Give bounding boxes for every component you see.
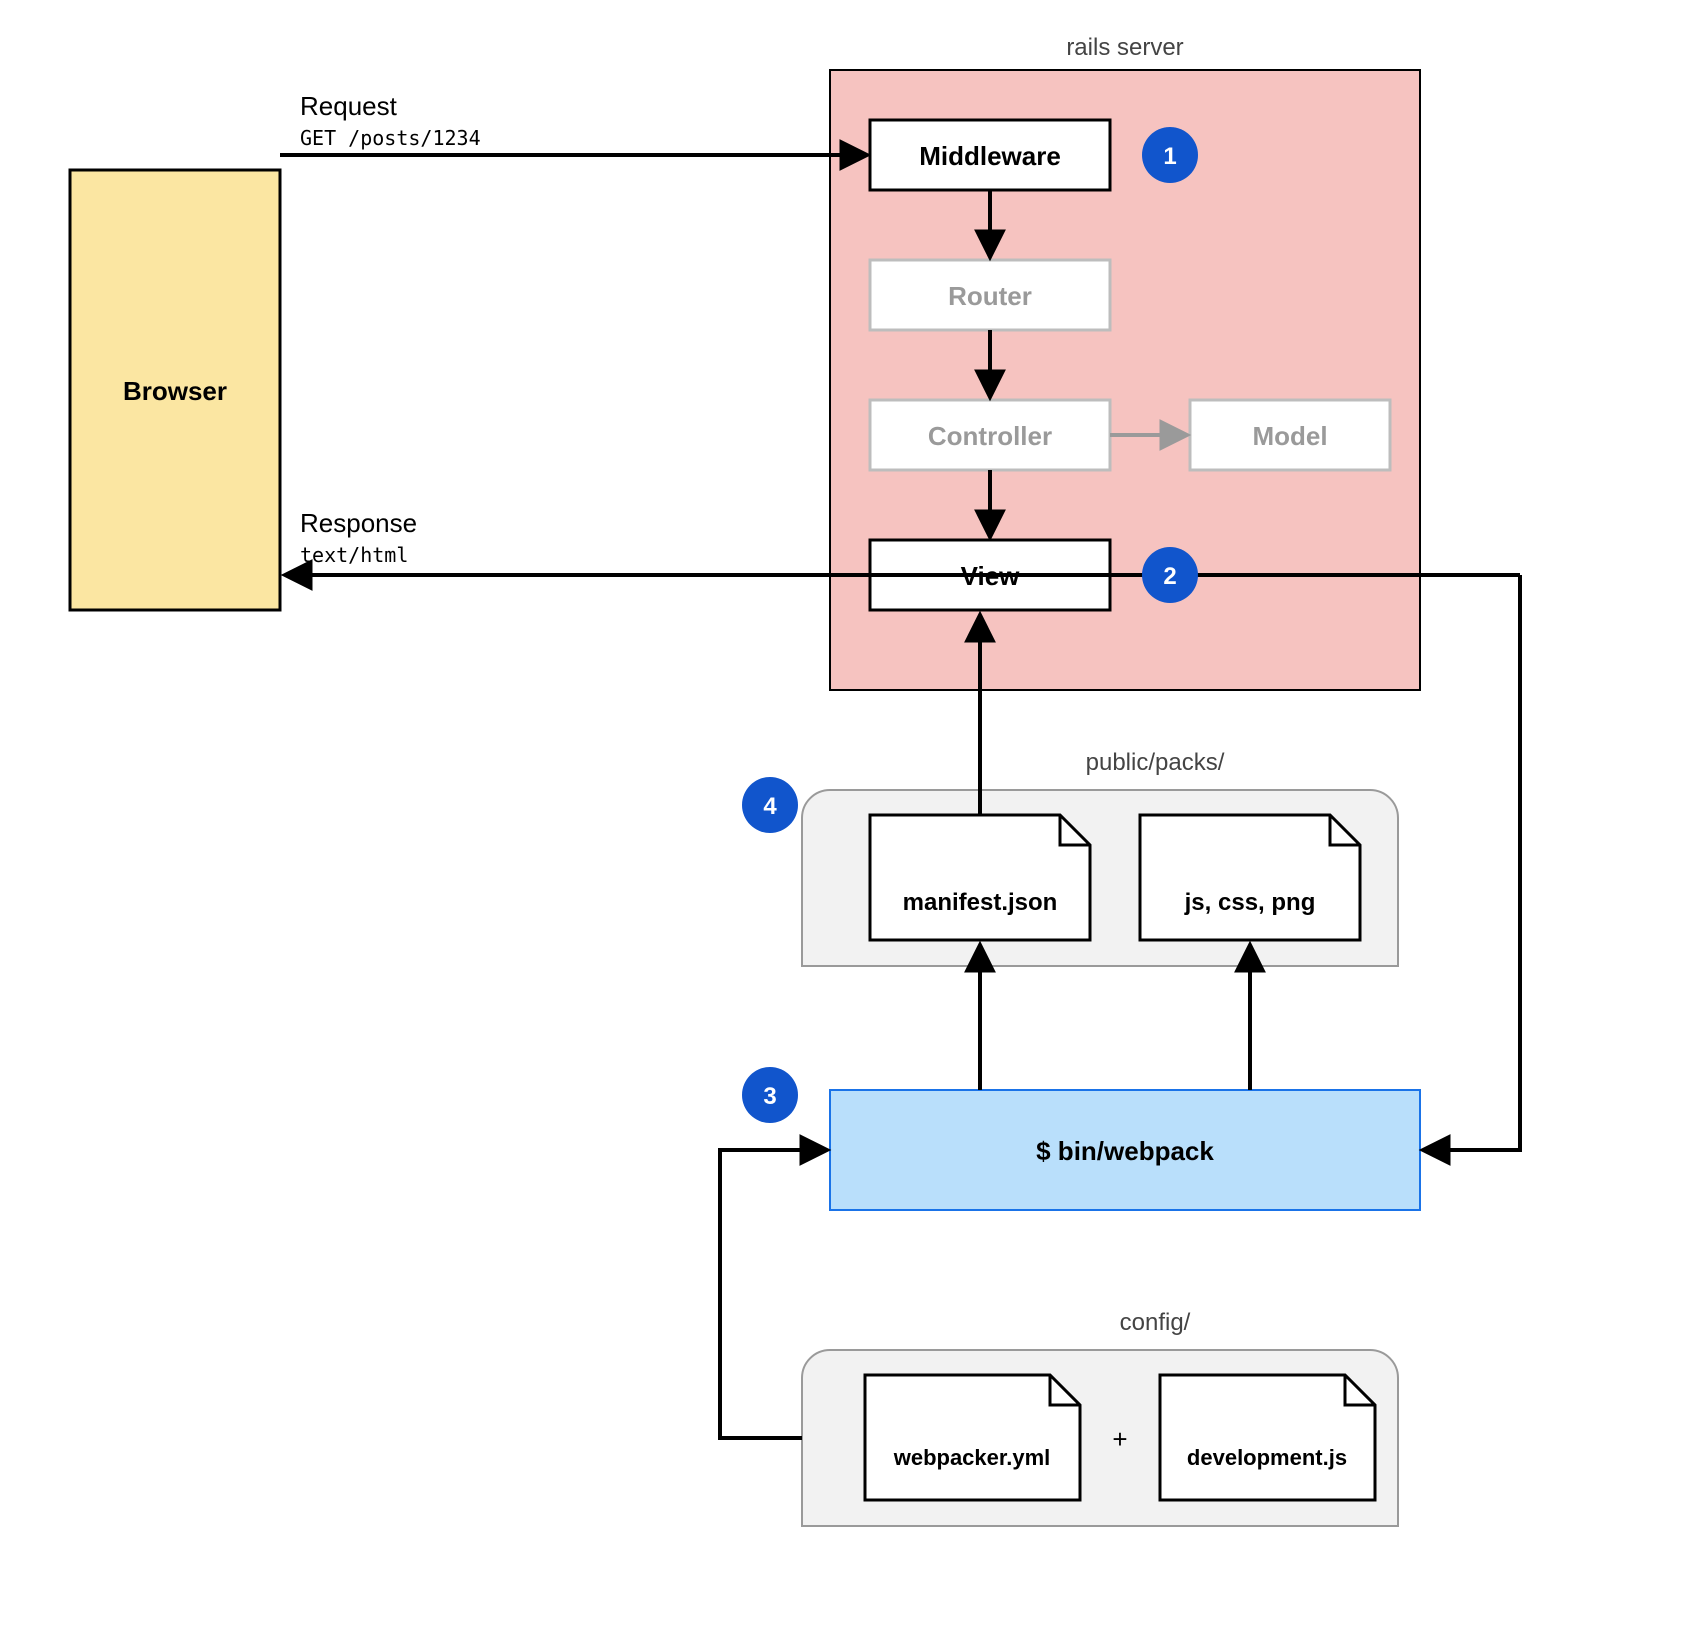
- assets-label: js, css, png: [1184, 889, 1316, 916]
- rails-server-title: rails server: [1066, 34, 1183, 61]
- svg-text:3: 3: [763, 1083, 776, 1110]
- response-title: Response: [300, 508, 417, 538]
- badge-1: 1: [1142, 127, 1198, 183]
- request-detail: GET /posts/1234: [300, 126, 481, 150]
- arrow-view-webpack-right: [1424, 575, 1520, 1150]
- assets-file: [1140, 815, 1360, 940]
- manifest-file: [870, 815, 1090, 940]
- browser-label: Browser: [123, 376, 227, 406]
- svg-text:2: 2: [1163, 563, 1176, 590]
- webpacker-label: webpacker.yml: [893, 1445, 1051, 1470]
- response-detail: text/html: [300, 543, 408, 567]
- badge-3: 3: [742, 1067, 798, 1123]
- manifest-label: manifest.json: [903, 889, 1058, 916]
- badge-2: 2: [1142, 547, 1198, 603]
- diagram-canvas: Browser rails server Middleware Router C…: [0, 0, 1700, 1650]
- controller-label: Controller: [928, 421, 1052, 451]
- development-file: [1160, 1375, 1375, 1500]
- config-title: config/: [1120, 1309, 1191, 1336]
- config-plus: +: [1112, 1424, 1127, 1454]
- packs-title: public/packs/: [1086, 749, 1225, 776]
- webpack-label: $ bin/webpack: [1036, 1136, 1214, 1166]
- middleware-label: Middleware: [919, 141, 1061, 171]
- webpacker-file: [865, 1375, 1080, 1500]
- development-label: development.js: [1187, 1445, 1347, 1470]
- router-label: Router: [948, 281, 1032, 311]
- svg-text:4: 4: [763, 793, 777, 820]
- model-label: Model: [1252, 421, 1327, 451]
- request-title: Request: [300, 91, 398, 121]
- badge-4: 4: [742, 777, 798, 833]
- svg-text:1: 1: [1163, 143, 1176, 170]
